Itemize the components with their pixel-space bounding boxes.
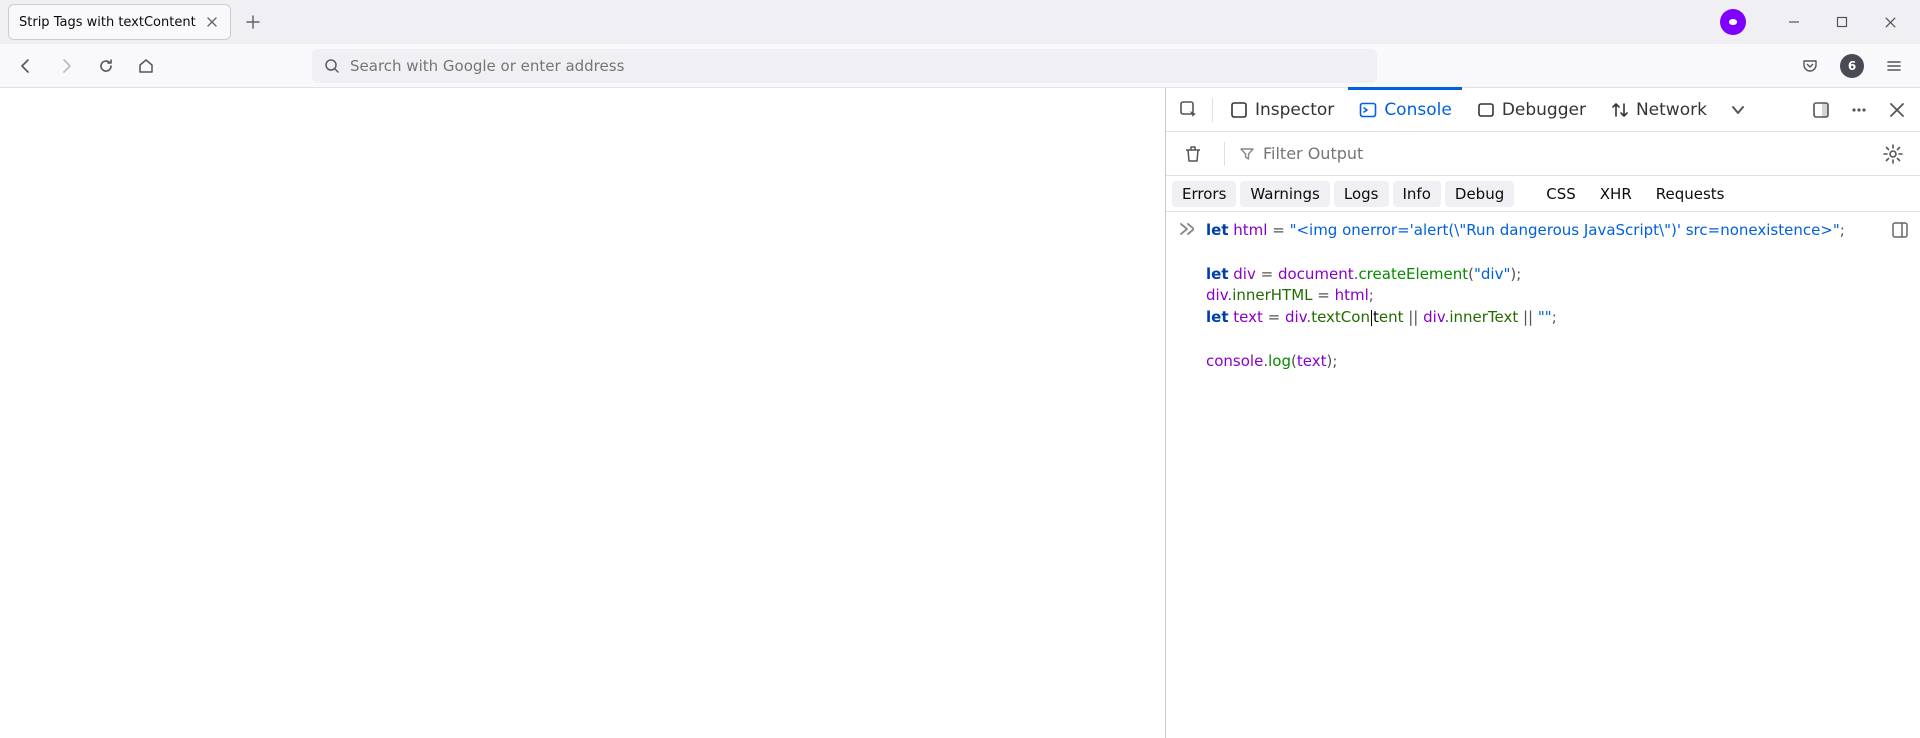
devtools-toolbar: Inspector Console Debugger Network [1166,88,1920,132]
cat-warnings[interactable]: Warnings [1240,181,1330,207]
text-cursor [1371,310,1372,326]
cat-debug[interactable]: Debug [1445,181,1514,207]
clear-console-icon[interactable] [1176,137,1210,171]
kebab-menu-icon[interactable] [1842,93,1876,127]
console-settings-icon[interactable] [1876,137,1910,171]
minimize-button[interactable] [1782,10,1806,34]
notification-count: 6 [1848,59,1856,73]
cat-xhr[interactable]: XHR [1590,181,1642,207]
console-icon [1358,100,1378,120]
editor-toggle-icon[interactable] [1890,220,1910,240]
tab-label: Console [1384,100,1452,120]
address-bar[interactable] [312,49,1377,83]
reload-button[interactable] [92,52,120,80]
tab-strip: Strip Tags with textContent [0,0,1920,44]
cat-info[interactable]: Info [1393,181,1441,207]
nav-toolbar: 6 [0,44,1920,88]
new-tab-button[interactable] [239,8,267,36]
tab-network[interactable]: Network [1600,88,1717,131]
pocket-icon[interactable] [1796,52,1824,80]
console-code[interactable]: let html = "<img onerror='alert(\"Run da… [1206,220,1908,372]
more-tabs-icon[interactable] [1721,93,1755,127]
nav-right-icons: 6 [1796,52,1908,80]
cat-errors[interactable]: Errors [1172,181,1236,207]
console-output[interactable]: let html = "<img onerror='alert(\"Run da… [1166,212,1920,738]
pick-element-icon[interactable] [1172,93,1206,127]
filter-output-field[interactable] [1239,144,1864,163]
app-menu-button[interactable] [1880,52,1908,80]
back-button[interactable] [12,52,40,80]
window-controls [1720,9,1912,35]
network-icon [1610,100,1630,120]
tab-label: Network [1636,100,1707,120]
cat-requests[interactable]: Requests [1646,181,1735,207]
inspector-icon [1229,100,1249,120]
cat-logs[interactable]: Logs [1334,181,1389,207]
prompt-caret-icon [1178,220,1196,372]
content-split: Inspector Console Debugger Network [0,88,1920,738]
console-input-row[interactable]: let html = "<img onerror='alert(\"Run da… [1178,220,1908,372]
tab-debugger[interactable]: Debugger [1466,88,1596,131]
debugger-icon [1476,100,1496,120]
devtools-panel: Inspector Console Debugger Network [1165,88,1920,738]
console-filter-bar [1166,132,1920,176]
home-button[interactable] [132,52,160,80]
account-badge-icon[interactable] [1720,9,1746,35]
page-viewport [0,88,1165,738]
close-window-button[interactable] [1878,10,1902,34]
separator [1212,98,1213,122]
address-input[interactable] [350,57,1365,75]
search-icon [324,58,340,74]
maximize-button[interactable] [1830,10,1854,34]
close-devtools-icon[interactable] [1880,93,1914,127]
tab-console[interactable]: Console [1348,88,1462,131]
close-tab-icon[interactable] [204,14,220,30]
filter-input[interactable] [1263,144,1864,163]
cat-css[interactable]: CSS [1536,181,1586,207]
tab-label: Inspector [1255,100,1334,120]
console-category-bar: Errors Warnings Logs Info Debug CSS XHR … [1166,176,1920,212]
browser-tab[interactable]: Strip Tags with textContent [8,4,231,40]
tab-inspector[interactable]: Inspector [1219,88,1344,131]
notification-badge[interactable]: 6 [1840,54,1864,78]
tab-label: Debugger [1502,100,1586,120]
separator [1224,142,1225,166]
dock-side-icon[interactable] [1804,93,1838,127]
forward-button[interactable] [52,52,80,80]
tab-title: Strip Tags with textContent [19,15,196,30]
funnel-icon [1239,146,1255,162]
